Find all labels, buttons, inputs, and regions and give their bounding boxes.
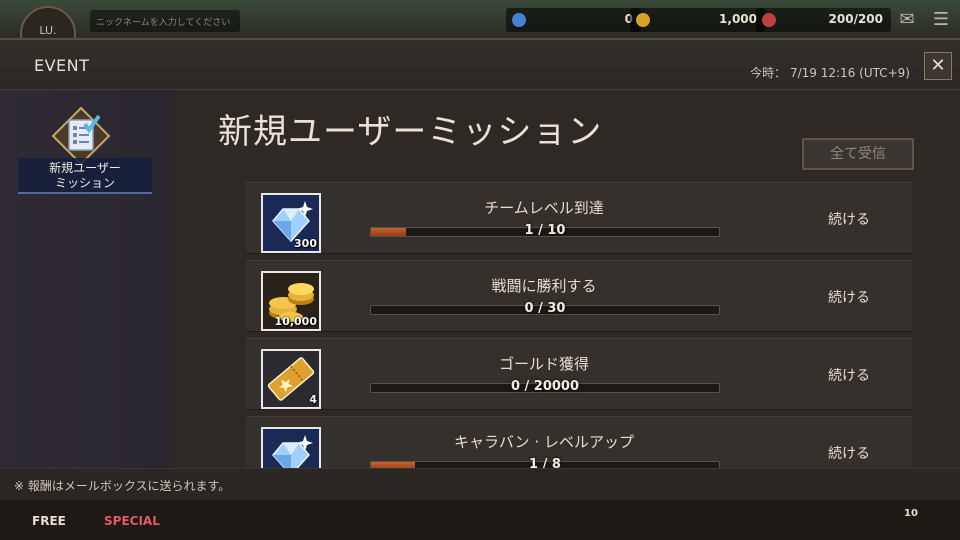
mission-name: ゴールド獲得 <box>498 355 589 373</box>
current-time: 今時： 7/19 12:16 (UTC+9) <box>750 66 910 80</box>
mission-row: 4 ゴールド獲得 0 / 20000 続ける <box>246 338 912 410</box>
diamond-icon <box>263 429 319 468</box>
continue-button[interactable]: 続ける <box>828 443 870 463</box>
gold-counter[interactable]: 1,000 <box>630 8 765 32</box>
progress-text: 0 / 30 <box>524 301 566 316</box>
special-tab[interactable]: SPECIAL <box>104 514 160 528</box>
gold-icon <box>636 13 650 27</box>
progress-text: 1 / 8 <box>529 457 561 468</box>
free-tab[interactable]: FREE <box>32 514 66 528</box>
mission-name: チームレベル到達 <box>484 199 604 217</box>
menu-icon[interactable]: ☰ <box>926 6 956 34</box>
panel-header: EVENT 今時： 7/19 12:16 (UTC+9) ✕ <box>0 40 960 90</box>
nickname-field[interactable]: ニックネームを入力してください <box>90 10 240 32</box>
page-title: 新規ユーザーミッション <box>218 112 603 152</box>
notification-badge: 10 <box>904 508 918 519</box>
reward-icon: 10,000 <box>261 271 321 331</box>
mission-content: 新規ユーザーミッション 全て受信 300 チームレベル到達 1 / 10 続ける <box>170 90 960 468</box>
reward-icon: 4 <box>261 349 321 409</box>
event-panel: EVENT 今時： 7/19 12:16 (UTC+9) ✕ 新規ユーザー ミッ… <box>0 38 960 500</box>
gem-counter[interactable]: 0 <box>506 8 641 32</box>
top-hud: LU. ニックネームを入力してください 0 1,000 200/200 ✉ ☰ <box>0 0 960 62</box>
gem-icon <box>512 13 526 27</box>
continue-button[interactable]: 続ける <box>828 287 870 307</box>
progress-text: 1 / 10 <box>524 223 566 238</box>
stamina-counter[interactable]: 200/200 <box>756 8 891 32</box>
stamina-icon <box>762 13 776 27</box>
reward-icon <box>261 427 321 468</box>
mission-name: 戦闘に勝利する <box>491 277 597 295</box>
claim-all-button[interactable]: 全て受信 <box>801 137 915 171</box>
continue-button[interactable]: 続ける <box>828 209 870 229</box>
event-sidebar: 新規ユーザー ミッション <box>0 90 170 468</box>
sidebar-item-new-user-mission[interactable]: 新規ユーザー ミッション <box>18 106 152 196</box>
continue-button[interactable]: 続ける <box>828 365 870 385</box>
close-button[interactable]: ✕ <box>924 52 952 80</box>
mission-row: キャラバン · レベルアップ 1 / 8 続ける <box>246 416 912 468</box>
mission-row: 10,000 戦闘に勝利する 0 / 30 続ける <box>246 260 912 332</box>
mission-row: 300 チームレベル到達 1 / 10 続ける <box>246 182 912 254</box>
mail-icon[interactable]: ✉ <box>892 6 922 34</box>
sidebar-item-label: 新規ユーザー ミッション <box>18 158 152 194</box>
event-title: EVENT <box>34 56 90 75</box>
reward-icon: 300 <box>261 193 321 253</box>
progress-text: 0 / 20000 <box>510 379 580 394</box>
checklist-icon <box>51 106 111 166</box>
mission-name: キャラバン · レベルアップ <box>454 433 634 451</box>
reward-note: ※ 報酬はメールボックスに送られます。 <box>0 468 960 500</box>
